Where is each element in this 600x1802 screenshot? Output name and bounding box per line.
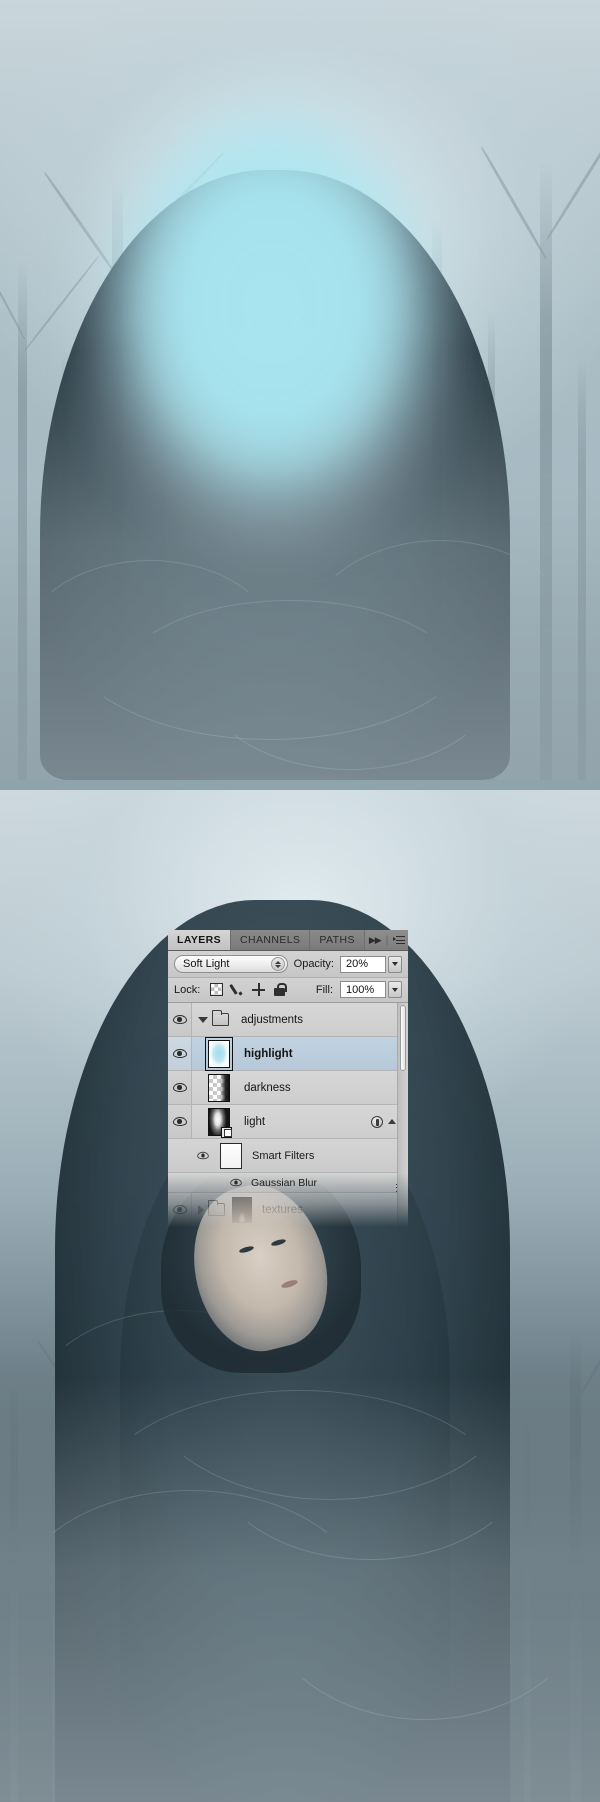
artwork-top [0, 0, 600, 780]
layer-name: light [244, 1115, 266, 1128]
table-row[interactable]: highlight [168, 1036, 408, 1071]
tab-layers[interactable]: LAYERS [168, 930, 232, 950]
layers-panel: LAYERS CHANNELS PATHS ▶▶ | Soft Light Op… [168, 930, 409, 1227]
table-row[interactable]: textures [168, 1193, 408, 1227]
fill-dropdown-icon[interactable] [388, 981, 402, 998]
opacity-label: Opacity: [293, 958, 334, 970]
layer-list-scrollbar[interactable] [397, 1003, 408, 1227]
visibility-toggle-darkness[interactable] [168, 1071, 192, 1104]
smart-filter-mask-thumbnail[interactable] [220, 1142, 242, 1169]
folder-icon [207, 1200, 225, 1216]
table-row[interactable]: adjustments [168, 1003, 408, 1037]
eye-icon [172, 1117, 187, 1126]
layer-name: adjustments [241, 1013, 304, 1026]
fill-control: 100% [340, 981, 402, 998]
smart-filters-label: Smart Filters [252, 1149, 315, 1162]
eye-icon [197, 1151, 209, 1160]
opacity-dropdown-icon[interactable] [388, 955, 402, 973]
opacity-input[interactable]: 20% [340, 955, 386, 973]
blend-mode-stepper-icon[interactable] [270, 957, 285, 971]
filter-name: Gaussian Blur [251, 1176, 317, 1189]
disclosure-triangle-icon[interactable] [198, 1016, 208, 1023]
eye-icon [230, 1178, 242, 1187]
disclosure-triangle-icon[interactable] [198, 1204, 204, 1215]
opacity-control: 20% [340, 955, 402, 973]
scrollbar-thumb[interactable] [400, 1005, 406, 1071]
fill-input[interactable]: 100% [340, 981, 386, 998]
lock-icon-group [210, 983, 287, 996]
visibility-toggle-textures[interactable] [168, 1193, 192, 1226]
layer-name: darkness [244, 1081, 291, 1094]
header-divider: | [385, 934, 389, 946]
screenshot-root: LAYERS CHANNELS PATHS ▶▶ | Soft Light Op… [0, 0, 600, 1802]
lock-fill-row: Lock: Fill: 100% [168, 978, 408, 1003]
layer-row-right-icons [371, 1105, 396, 1138]
visibility-toggle-light[interactable] [168, 1105, 192, 1138]
visibility-toggle-highlight[interactable] [168, 1037, 192, 1070]
fill-label: Fill: [315, 983, 333, 996]
table-row[interactable]: light [168, 1105, 408, 1139]
table-row[interactable]: darkness [168, 1071, 408, 1105]
eye-icon [172, 1049, 187, 1058]
smart-object-badge-icon [221, 1126, 232, 1138]
layer-thumbnail[interactable] [205, 1036, 233, 1071]
lock-position-icon[interactable] [252, 983, 266, 996]
layer-effects-icon[interactable] [371, 1115, 383, 1128]
lock-label: Lock: [174, 983, 201, 996]
eye-icon [172, 1205, 187, 1214]
filter-row[interactable]: Gaussian Blur [168, 1173, 409, 1193]
panel-menu-icon[interactable] [393, 935, 406, 945]
visibility-toggle-gaussian-blur[interactable] [228, 1178, 244, 1187]
expand-effects-caret-icon[interactable] [388, 1119, 396, 1124]
visibility-toggle-smart-filters[interactable] [192, 1151, 214, 1160]
smart-filters-row[interactable]: Smart Filters [168, 1139, 408, 1173]
panel-header-icons: ▶▶ | [365, 930, 411, 950]
lock-image-pixels-icon[interactable] [231, 983, 244, 996]
blend-mode-select[interactable]: Soft Light [174, 955, 288, 973]
tab-paths[interactable]: PATHS [310, 930, 365, 950]
panel-tab-bar: LAYERS CHANNELS PATHS ▶▶ | [168, 930, 408, 951]
cyan-glow-overlay [42, 28, 502, 628]
folder-icon [211, 1010, 229, 1026]
eye-icon [172, 1083, 187, 1092]
layer-thumbnail[interactable] [208, 1107, 232, 1138]
layer-thumbnail[interactable] [208, 1073, 230, 1102]
blend-opacity-row: Soft Light Opacity: 20% [168, 951, 408, 978]
lock-all-icon[interactable] [273, 983, 287, 996]
collapse-panel-icon[interactable]: ▶▶ [369, 935, 382, 946]
tab-channels[interactable]: CHANNELS [231, 930, 311, 950]
layer-name: highlight [244, 1047, 293, 1060]
lock-transparent-pixels-icon[interactable] [210, 983, 224, 996]
layer-list: adjustments highlight darkness light Sma… [168, 1003, 409, 1227]
blend-mode-value: Soft Light [183, 958, 230, 970]
eye-icon [172, 1015, 187, 1024]
layer-thumbnail[interactable] [232, 1196, 252, 1223]
layer-name: textures [262, 1203, 303, 1216]
visibility-toggle-adjustments[interactable] [168, 1003, 192, 1036]
